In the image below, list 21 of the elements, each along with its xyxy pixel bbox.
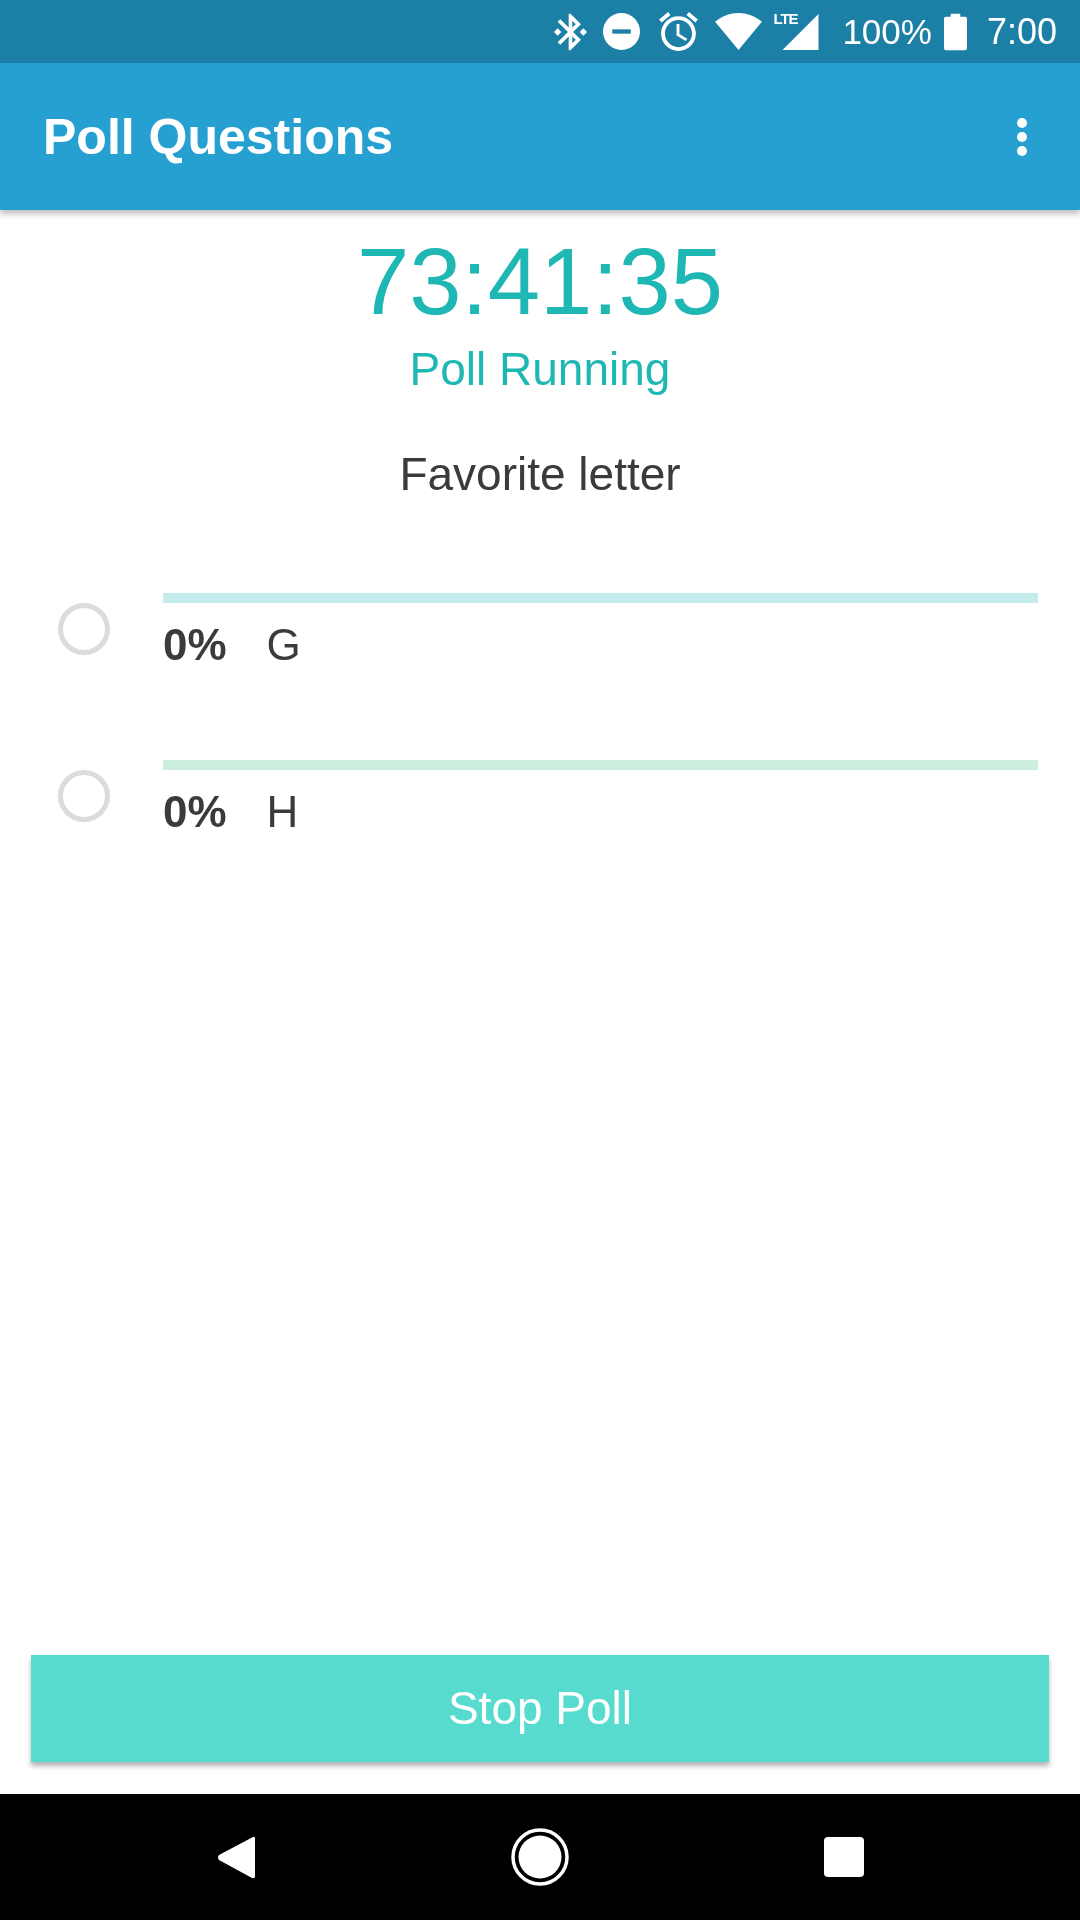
home-icon[interactable]	[511, 1828, 569, 1886]
stop-poll-button[interactable]: Stop Poll	[31, 1655, 1049, 1762]
poll-timer: 73:41:35	[357, 235, 723, 329]
radio-button[interactable]	[58, 603, 110, 655]
minus-circle-icon	[603, 13, 641, 50]
option-label: H	[266, 790, 299, 834]
back-icon[interactable]	[217, 1835, 255, 1879]
clock-time: 7:00	[986, 13, 1057, 50]
wifi-icon	[715, 13, 763, 50]
battery-percent: 100%	[842, 14, 932, 49]
radio-button[interactable]	[58, 770, 110, 822]
option-label: G	[266, 623, 301, 667]
alarm-clock-icon	[659, 12, 699, 51]
more-options-icon[interactable]	[1017, 117, 1027, 156]
network-type-label: LTE	[773, 10, 798, 26]
app-bar-title: Poll Questions	[43, 111, 394, 162]
option-percent: 0%	[163, 790, 227, 834]
battery-icon	[943, 12, 967, 51]
option-percent: 0%	[163, 623, 227, 667]
bluetooth-icon	[554, 12, 588, 51]
poll-question: Favorite letter	[399, 451, 681, 497]
